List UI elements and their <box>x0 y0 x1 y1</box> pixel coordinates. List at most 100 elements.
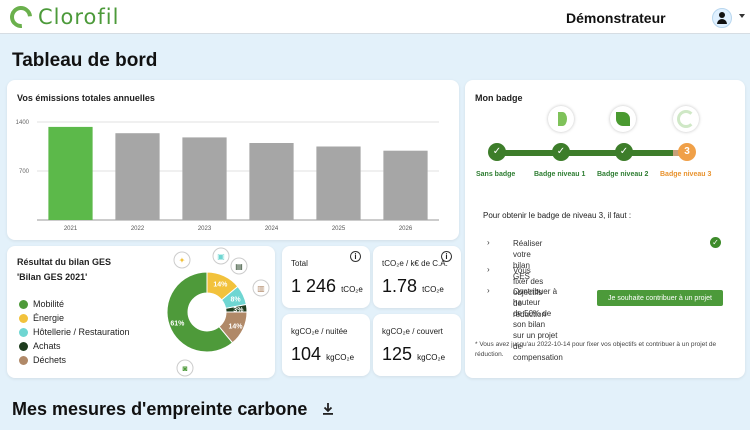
emissions-chart-card: Vos émissions totales annuelles 700 1400 2… <box>7 80 459 240</box>
legend-item-energie: Énergie <box>19 311 130 325</box>
emissions-chart-title: Vos émissions totales annuelles <box>17 93 155 103</box>
contribute-project-button[interactable]: Je souhaite contribuer à un projet <box>597 290 723 306</box>
badge-step-0: ✓ <box>488 143 506 161</box>
page-title: Tableau de bord <box>12 50 158 71</box>
kpi-nuitee-label: kgCO₂e / nuitée <box>291 327 348 336</box>
badge-card: Mon badge ✓ ✓ ✓ 3 Sans badge Badge nivea… <box>465 80 745 378</box>
badge-footnote: * Vous avez jusqu'au 2022-10-14 pour fix… <box>475 341 717 358</box>
kpi-ca-number: 1.78 <box>382 276 418 296</box>
chevron-down-icon[interactable] <box>739 14 745 18</box>
kpi-nuitee-number: 104 <box>291 344 322 364</box>
y-tick-label: 700 <box>19 169 30 175</box>
section-title: Mes mesures d'empreinte carbone <box>12 399 308 419</box>
emissions-bar-chart: 700 1400 2021 2022 2023 2024 2025 2026 <box>16 120 439 232</box>
legend-swatch <box>19 313 28 323</box>
clorofil-logo-icon <box>5 1 37 33</box>
bar-2025 <box>316 146 361 220</box>
x-tick-label: 2021 <box>64 226 78 232</box>
kpi-nuitee-value: 104 kgCO₂e <box>291 344 354 365</box>
kpi-ca-card: tCO₂e / k€ de C.A. i 1.78 tCO₂e <box>373 246 461 308</box>
badge-progress-track <box>497 150 687 156</box>
x-tick-label: 2025 <box>332 226 346 232</box>
requirement-text-line: de 50% de son bilan <box>513 309 552 329</box>
y-tick-label: 1400 <box>16 120 30 126</box>
legend-swatch <box>19 355 28 365</box>
ges-donut-chart: 14%8%3%14%61%✦ ▣▤▥◙ <box>166 247 270 377</box>
trash-icon-glyph: ▥ <box>257 284 265 293</box>
badge-step-2: ✓ <box>615 143 633 161</box>
x-tick-label: 2026 <box>399 226 413 232</box>
app-logo[interactable]: Clorofil <box>5 1 120 33</box>
ges-subtitle: 'Bilan GES 2021' <box>17 272 88 282</box>
x-tick-label: 2024 <box>265 226 279 232</box>
user-name[interactable]: Démonstrateur <box>566 10 666 26</box>
bar-2026 <box>383 150 428 220</box>
shopping-icon-glyph: ▤ <box>235 262 243 271</box>
kpi-total-label: Total <box>291 259 308 268</box>
badge-level-3-icon <box>673 106 699 132</box>
badge-level-2-icon <box>610 106 636 132</box>
hotel-icon-glyph: ▣ <box>217 252 225 261</box>
bar-2022 <box>115 133 160 220</box>
car-icon-glyph: ◙ <box>183 364 188 373</box>
donut-label: 8% <box>230 297 241 304</box>
kpi-total-number: 1 246 <box>291 276 337 296</box>
x-tick-label: 2022 <box>131 226 145 232</box>
check-icon: ✓ <box>710 237 721 248</box>
legend-item-achats: Achats <box>19 339 130 353</box>
user-avatar-icon[interactable] <box>712 8 732 28</box>
app-name: Clorofil <box>38 5 120 29</box>
bar-2021 <box>48 126 93 220</box>
badge-step-3: 3 <box>678 143 696 161</box>
kpi-nuitee-unit: kgCO₂e <box>326 353 355 362</box>
legend-label: Hôtellerie / Restauration <box>33 327 130 337</box>
requirement-text-line: Contribuer à hauteur <box>513 287 558 307</box>
badge-level-1-icon <box>548 106 574 132</box>
legend-item-hotellerie: Hôtellerie / Restauration <box>19 325 130 339</box>
kpi-total-unit: tCO₂e <box>341 285 363 294</box>
legend-swatch <box>19 341 28 351</box>
kpi-couvert-label: kgCO₂e / couvert <box>382 327 443 336</box>
legend-label: Achats <box>33 341 61 351</box>
ges-title: Résultat du bilan GES <box>17 257 112 267</box>
donut-label: 61% <box>170 321 185 328</box>
badge-step-1: ✓ <box>552 143 570 161</box>
x-tick-label: 2023 <box>198 226 212 232</box>
requirements-intro: Pour obtenir le badge de niveau 3, il fa… <box>483 211 632 220</box>
bullet-icon: › <box>487 238 490 247</box>
kpi-couvert-unit: kgCO₂e <box>417 353 446 362</box>
legend-label: Déchets <box>33 355 67 365</box>
kpi-ca-unit: tCO₂e <box>422 285 444 294</box>
legend-item-mobilite: Mobilité <box>19 297 130 311</box>
ges-legend: Mobilité Énergie Hôtellerie / Restaurati… <box>19 297 130 367</box>
kpi-nuitee-card: kgCO₂e / nuitée 104 kgCO₂e <box>282 314 370 376</box>
kpi-couvert-number: 125 <box>382 344 413 364</box>
kpi-total-card: Total i 1 246 tCO₂e <box>282 246 370 308</box>
legend-label: Mobilité <box>33 299 65 309</box>
donut-label: 14% <box>213 281 228 288</box>
top-bar: Clorofil Démonstrateur <box>0 0 750 34</box>
kpi-couvert-card: kgCO₂e / couvert 125 kgCO₂e <box>373 314 461 376</box>
bullet-icon: › <box>487 286 490 295</box>
badge-step-label-2: Badge niveau 2 <box>597 171 649 178</box>
kpi-ca-value: 1.78 tCO₂e <box>382 276 444 297</box>
badge-step-label-3: Badge niveau 3 <box>660 171 712 178</box>
badge-step-label-0: Sans badge <box>476 171 516 178</box>
legend-swatch <box>19 327 28 337</box>
badge-title: Mon badge <box>475 93 523 103</box>
kpi-couvert-value: 125 kgCO₂e <box>382 344 445 365</box>
info-icon[interactable]: i <box>350 251 361 262</box>
bar-2023 <box>182 137 227 220</box>
lightbulb-icon-glyph: ✦ <box>179 256 186 265</box>
bar-2024 <box>249 143 294 220</box>
info-icon[interactable]: i <box>441 251 452 262</box>
badge-step-label-1: Badge niveau 1 <box>534 171 586 178</box>
donut-label: 14% <box>228 323 243 330</box>
kpi-ca-label: tCO₂e / k€ de C.A. <box>382 259 448 268</box>
download-icon[interactable] <box>322 402 334 416</box>
legend-label: Énergie <box>33 313 65 323</box>
legend-swatch <box>19 299 28 309</box>
bullet-icon: › <box>487 265 490 274</box>
ges-result-card: Résultat du bilan GES 'Bilan GES 2021' M… <box>7 246 275 378</box>
legend-item-dechets: Déchets <box>19 353 130 367</box>
